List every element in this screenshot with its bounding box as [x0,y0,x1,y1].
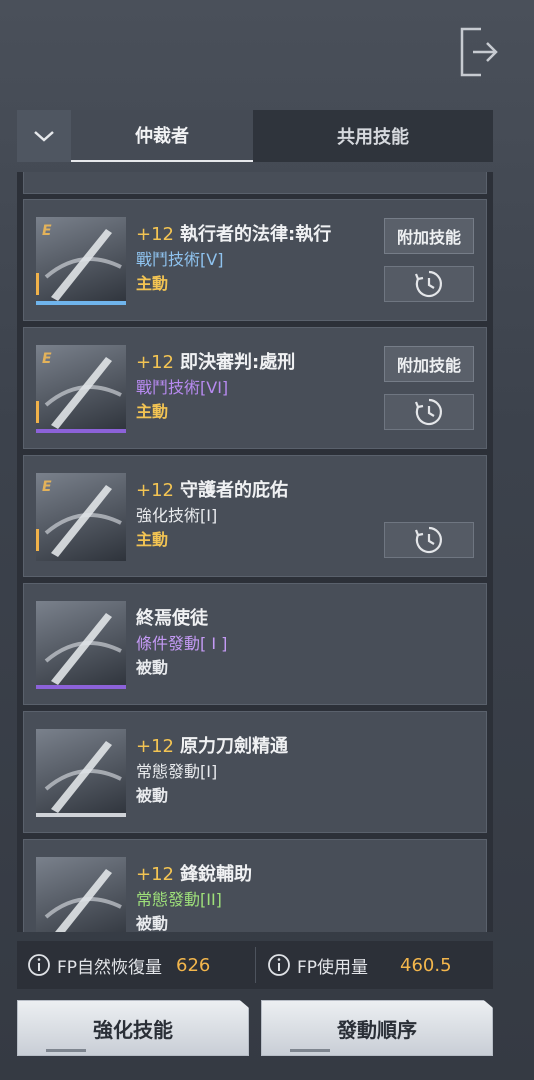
rarity-strip [36,813,126,817]
skill-icon [36,601,126,689]
skill-name: 即決審判:處刑 [180,352,296,373]
skill-info: +12 執行者的法律:執行戰鬥技術[V] 主動 [136,220,331,294]
cooldown-timer-icon [414,398,442,426]
fp-recovery-stat: FP自然恢復量 626 [27,941,210,989]
tier-badge: E [42,479,52,495]
fp-usage-value: 460.5 [400,954,452,976]
rank-bar [36,401,39,423]
skill-type: 主動 [136,274,169,293]
tier-badge: E [42,223,52,239]
tab-shared-skills[interactable]: 共用技能 [253,110,493,162]
skill-info: +12 守護者的庇佑強化技術[I] 主動 [136,476,288,550]
fp-recovery-value: 626 [176,954,211,976]
button-notch [46,1049,86,1052]
skill-card[interactable]: E +12 即決審判:處刑戰鬥技術[VI] 主動 附加技能 [23,327,487,449]
skill-icon: E [36,473,126,561]
button-notch [290,1049,330,1052]
activation-order-button[interactable]: 發動順序 [261,1000,493,1056]
skill-name: 執行者的法律:執行 [180,224,332,245]
skill-type: 被動 [136,914,169,932]
skill-name: 終焉使徒 [136,608,208,629]
skill-icon [36,729,126,817]
skill-category: 戰鬥技術[V] [136,250,224,269]
cooldown-button[interactable] [384,394,474,430]
activation-order-label: 發動順序 [337,1017,417,1042]
skill-card[interactable]: E +12 守護者的庇佑強化技術[I] 主動 [23,455,487,577]
tier-badge: E [42,351,52,367]
skill-level: +12 [136,352,174,373]
cooldown-button[interactable] [384,266,474,302]
rarity-strip [36,429,126,433]
info-icon[interactable] [267,953,291,977]
skill-level: +12 [136,864,174,885]
skill-title: 終焉使徒 [136,604,227,630]
fp-usage-label: FP使用量 [297,957,369,978]
sword-icon [44,613,122,685]
skill-title: +12 即決審判:處刑 [136,348,295,374]
skill-name: 守護者的庇佑 [180,480,288,501]
skill-card[interactable]: +12 鋒銳輔助常態發動[II] 被動 [23,839,487,932]
cooldown-timer-icon [414,270,442,298]
cooldown-timer-icon [414,526,442,554]
skill-title: +12 原力刀劍精通 [136,732,288,758]
skill-level: +12 [136,736,174,757]
skill-info: +12 即決審判:處刑戰鬥技術[VI] 主動 [136,348,295,422]
enhance-skill-button[interactable]: 強化技能 [17,1000,249,1056]
skill-list[interactable]: E +12 執行者的法律:執行 戰鬥技術[V] 主動 附加技能 E +12 即決審判:處刑 戰鬥技… [17,172,493,932]
skill-type: 主動 [136,530,169,549]
skill-info: +12 原力刀劍精通常態發動[I] 被動 [136,732,288,806]
rank-bar [36,529,39,551]
skill-title: +12 守護者的庇佑 [136,476,288,502]
exit-icon[interactable] [459,27,499,77]
skill-category: 常態發動[II] [136,890,222,909]
skill-card[interactable]: 終焉使徒條件發動[ I ] 被動 [23,583,487,705]
tab-class-skills[interactable]: 仲裁者 [71,110,253,162]
skill-icon [36,857,126,932]
skill-card[interactable]: E +12 執行者的法律:執行戰鬥技術[V] 主動 附加技能 [23,199,487,321]
skill-info: 終焉使徒條件發動[ I ] 被動 [136,604,227,678]
skill-icon: E [36,217,126,305]
cooldown-button[interactable] [384,522,474,558]
addon-skill-button[interactable]: 附加技能 [384,346,474,382]
dropdown-chevron-button[interactable] [17,110,71,162]
addon-skill-label: 附加技能 [396,356,461,375]
skill-card[interactable]: +12 原力刀劍精通常態發動[I] 被動 [23,711,487,833]
fp-stats-bar: FP自然恢復量 626 FP使用量 460.5 [17,941,493,989]
rank-bar [36,273,39,295]
skill-title: +12 鋒銳輔助 [136,860,252,886]
skill-type: 被動 [136,658,169,677]
skill-category: 戰鬥技術[VI] [136,378,229,397]
chevron-down-icon [34,131,54,142]
info-icon[interactable] [27,953,51,977]
rarity-strip [36,685,126,689]
fp-usage-stat: FP使用量 460.5 [267,941,452,989]
skill-info: +12 鋒銳輔助常態發動[II] 被動 [136,860,252,932]
stats-divider [255,947,256,983]
tab-class-label: 仲裁者 [135,126,189,147]
skill-type: 被動 [136,786,169,805]
rarity-strip [36,301,126,305]
addon-skill-button[interactable]: 附加技能 [384,218,474,254]
fp-recovery-label: FP自然恢復量 [57,957,163,978]
skill-title: +12 執行者的法律:執行 [136,220,331,246]
tab-shared-label: 共用技能 [337,127,409,148]
skill-category: 條件發動[ I ] [136,634,228,653]
skill-card-partial [23,172,487,194]
sword-icon [44,741,122,813]
enhance-skill-label: 強化技能 [93,1017,173,1042]
sword-icon [44,869,122,932]
class-tabs: 仲裁者 共用技能 [17,110,493,162]
skill-name: 原力刀劍精通 [180,736,288,757]
skill-level: +12 [136,224,174,245]
skill-category: 強化技術[I] [136,506,218,525]
skill-category: 常態發動[I] [136,762,218,781]
skill-icon: E [36,345,126,433]
skill-name: 鋒銳輔助 [180,864,252,885]
skill-level: +12 [136,480,174,501]
skill-type: 主動 [136,402,169,421]
addon-skill-label: 附加技能 [396,228,461,247]
